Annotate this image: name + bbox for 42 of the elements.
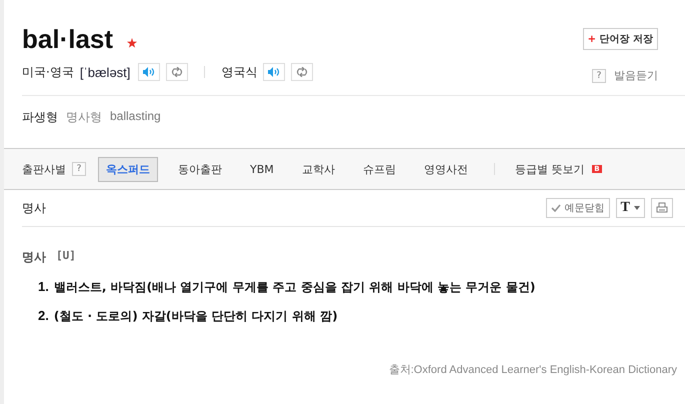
pronunciation-label: 미국·영국 <box>22 64 74 80</box>
repeat-button[interactable] <box>166 63 188 81</box>
headword: bal·last <box>22 24 114 55</box>
caret-icon <box>634 206 640 210</box>
dictionary-tab[interactable]: 동아출판 <box>170 156 230 182</box>
sense-number: 1. <box>38 279 49 296</box>
hide-examples-button[interactable]: 예문닫힘 <box>546 198 610 218</box>
grammar-code: [U] <box>56 249 76 264</box>
font-size-button[interactable]: T <box>616 198 645 218</box>
pronunciation-label: 영국식 <box>221 64 258 80</box>
speaker-icon <box>143 67 156 77</box>
speaker-button[interactable] <box>263 63 286 81</box>
dictionary-tab[interactable]: 옥스퍼드 <box>98 156 158 182</box>
level-meaning-tab[interactable]: 등급별 뜻보기 <box>506 156 592 182</box>
dictionary-tab[interactable]: 슈프림 <box>354 156 404 182</box>
speaker-icon <box>268 67 280 77</box>
derivation-pos: 명사형 <box>66 109 102 126</box>
derivation-label: 파생형 <box>22 109 58 126</box>
save-to-wordbook-button[interactable]: + 단어장 저장 <box>582 28 658 50</box>
dictionary-tab[interactable]: 교학사 <box>294 156 343 182</box>
sense-definition: 밸러스트, 바닥짐(배나 열기구에 무게를 주고 중심을 잡기 위해 바닥에 놓는 무거운 물건) <box>54 279 536 296</box>
source-credit: 출처:Oxford Advanced Learner's English-Korean Dictionary <box>388 363 678 377</box>
sense-definition: (철도 · 도로의) 자갈(바닥을 단단히 다지기 위해 깜) <box>54 308 338 325</box>
repeat-icon <box>171 67 184 77</box>
repeat-icon <box>296 67 308 77</box>
speaker-button[interactable] <box>138 63 160 81</box>
print-icon <box>656 202 668 214</box>
repeat-button[interactable] <box>291 63 314 81</box>
publisher-label: 출판사별 <box>22 162 66 176</box>
star-icon[interactable] <box>127 38 138 48</box>
dictionary-tab[interactable]: 영영사전 <box>416 156 476 182</box>
dictionary-tab[interactable]: YBM <box>242 158 282 180</box>
part-of-speech-label: 명사 <box>22 200 46 216</box>
part-of-speech-heading: 명사 <box>22 249 46 266</box>
listen-link[interactable]: 발음듣기 <box>614 68 658 83</box>
print-button[interactable] <box>651 198 673 218</box>
phonetic-text: [ˈbæləst] <box>80 64 130 80</box>
checkmark-icon <box>550 204 561 212</box>
sense-number: 2. <box>38 308 49 325</box>
help-badge[interactable]: ? <box>592 68 606 82</box>
help-badge[interactable]: ? <box>72 162 86 176</box>
derivation-word[interactable]: ballasting <box>110 109 161 126</box>
